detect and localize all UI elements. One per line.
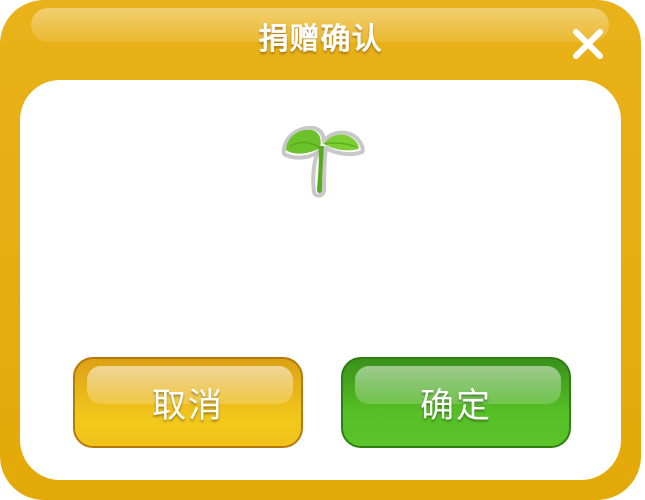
dialog-content: 取消 确定: [20, 80, 621, 480]
confirm-button-label: 确定: [420, 386, 492, 426]
cancel-button[interactable]: 取消: [73, 357, 303, 448]
close-button[interactable]: [568, 24, 608, 64]
confirm-button[interactable]: 确定: [341, 357, 571, 448]
cancel-button-label: 取消: [152, 386, 224, 426]
sprout-icon: [281, 125, 365, 198]
close-icon: [573, 29, 603, 59]
dialog-title: 捐赠确认: [258, 22, 383, 57]
donation-confirm-dialog: 捐赠确认 取消 确定: [0, 0, 641, 500]
